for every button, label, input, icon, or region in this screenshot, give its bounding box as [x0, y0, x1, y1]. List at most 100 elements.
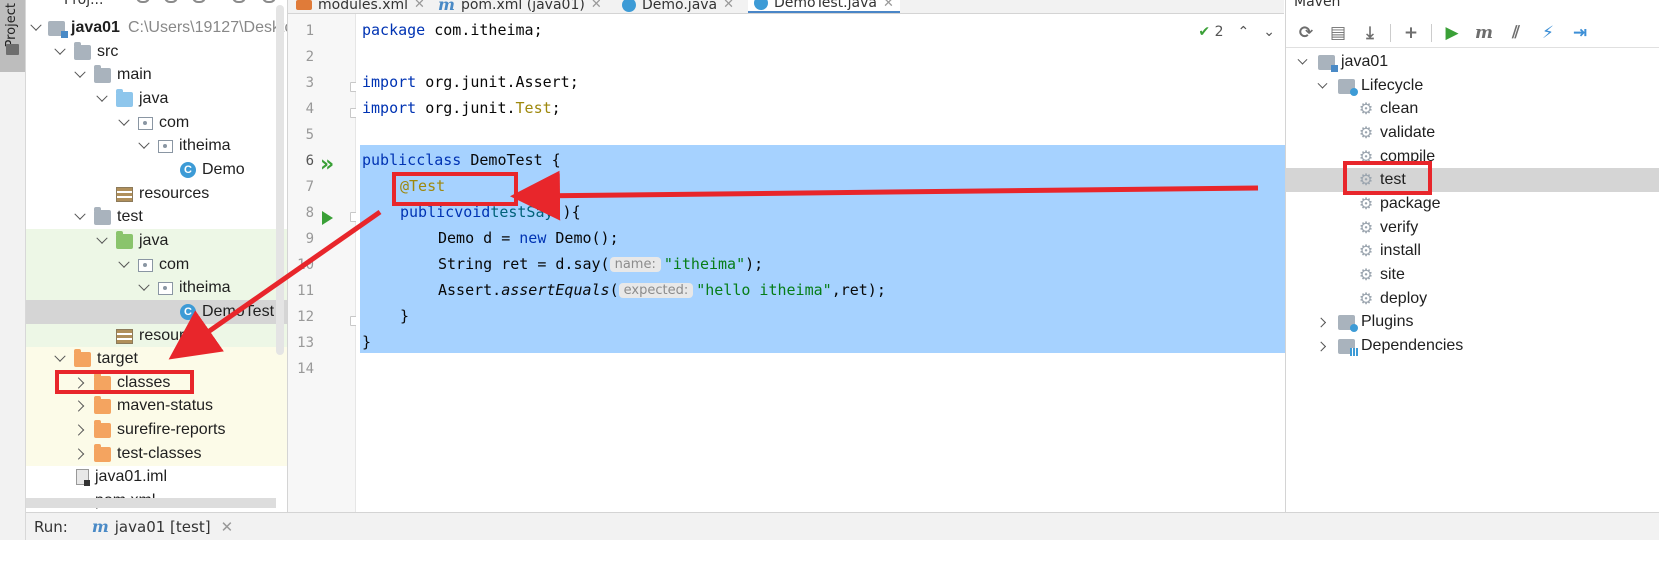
close-icon[interactable]: ✕ [221, 518, 234, 536]
check-icon: ✔ [1198, 24, 1211, 40]
tab-demo-java[interactable]: Demo.java ✕ [622, 0, 734, 13]
tree-item-surefire-reports[interactable]: surefire-reports [26, 418, 287, 442]
tree-item-src[interactable]: src [26, 40, 287, 64]
tree-item-java01[interactable]: java01 C:\Users\19127\Deskto [26, 16, 287, 40]
tree-item-test-com[interactable]: com [26, 253, 287, 277]
project-horizontal-scrollbar[interactable] [26, 498, 276, 508]
skip-tests-icon[interactable]: ⚡ [1536, 21, 1560, 45]
tree-item-iml[interactable]: java01.iml [26, 465, 287, 489]
maven-phase-verify[interactable]: ⚙ verify [1286, 216, 1659, 240]
code-editor[interactable]: ✔ 2 ⌃ ⌄ package com.itheima; import org.… [356, 14, 1285, 512]
chevron-down-icon[interactable] [54, 353, 66, 365]
maven-phase-site[interactable]: ⚙ site [1286, 263, 1659, 287]
run-class-icon[interactable] [320, 152, 334, 177]
chevron-down-icon[interactable] [1316, 78, 1328, 92]
project-scrollbar[interactable] [276, 5, 284, 355]
run-test-icon[interactable] [320, 211, 334, 225]
tab-demotest-java[interactable]: DemoTest.java ✕ [748, 0, 900, 13]
maven-icon: m [438, 0, 455, 14]
gear-icon: ⚙ [1358, 125, 1374, 142]
tree-item-main[interactable]: main [26, 63, 287, 87]
close-icon[interactable]: ✕ [591, 0, 602, 12]
chevron-right-icon[interactable] [74, 448, 86, 460]
maven-phase-label: deploy [1380, 290, 1428, 307]
code-token: ,ret); [831, 281, 886, 299]
left-tool-stripe: Project [0, 0, 26, 540]
inspection-widget[interactable]: ✔ 2 ⌃ ⌄ [1198, 24, 1275, 40]
toolbar-separator [1431, 23, 1432, 42]
maven-lifecycle[interactable]: Lifecycle [1286, 74, 1659, 98]
chevron-up-icon[interactable]: ⌃ [1238, 24, 1250, 40]
maven-dependencies[interactable]: Dependencies [1286, 334, 1659, 358]
hide-icon[interactable] [262, 0, 276, 3]
tree-item-test[interactable]: test [26, 205, 287, 229]
chevron-right-icon[interactable] [74, 400, 86, 412]
code-token: Assert. [438, 281, 502, 299]
maven-root-java01[interactable]: java01 [1286, 50, 1659, 74]
tree-item-test-resources[interactable]: resources [26, 324, 287, 348]
project-panel-title[interactable]: Proj... [64, 0, 103, 8]
chevron-down-icon[interactable] [118, 259, 130, 271]
close-icon[interactable]: ✕ [723, 0, 734, 12]
tree-item-test-classes[interactable]: test-classes [26, 442, 287, 466]
collapse-all-icon[interactable] [164, 0, 178, 3]
tree-item-main-com[interactable]: com [26, 111, 287, 135]
code-token: Demo d = [438, 229, 520, 247]
chevron-down-icon[interactable]: ⌄ [1263, 24, 1275, 40]
toggle-offline-icon[interactable]: ⫽ [1504, 21, 1528, 45]
project-panel: Proj... java01 C:\Users\19127\Deskto src… [26, 0, 288, 540]
maven-phase-package[interactable]: ⚙ package [1286, 192, 1659, 216]
chevron-down-icon[interactable] [138, 282, 150, 294]
close-icon[interactable]: ✕ [414, 0, 425, 12]
run-tab-java01-test[interactable]: m java01 [test] ✕ [92, 517, 233, 536]
tree-item-main-itheima[interactable]: itheima [26, 134, 287, 158]
line-number: 12 [297, 309, 314, 325]
maven-phase-test[interactable]: ⚙ test [1286, 168, 1659, 192]
chevron-down-icon[interactable] [54, 46, 66, 58]
tree-item-demo[interactable]: C Demo [26, 158, 287, 182]
maven-phase-validate[interactable]: ⚙ validate [1286, 121, 1659, 145]
tree-item-demotest[interactable]: C DemoTest [26, 300, 287, 324]
expand-all-icon[interactable] [192, 0, 206, 3]
tree-item-test-java[interactable]: java [26, 229, 287, 253]
chevron-right-icon[interactable] [1315, 316, 1328, 328]
execute-goal-icon[interactable]: m [1472, 21, 1496, 45]
chevron-down-icon[interactable] [96, 93, 108, 105]
show-dependencies-icon[interactable]: ⇥ [1568, 21, 1592, 45]
chevron-right-icon[interactable] [74, 424, 86, 436]
resources-folder-icon [116, 328, 133, 344]
chevron-down-icon[interactable] [118, 117, 130, 129]
tree-item-maven-status[interactable]: maven-status [26, 394, 287, 418]
gear-icon[interactable] [232, 0, 246, 3]
chevron-down-icon[interactable] [96, 235, 108, 247]
source-folder-icon [116, 88, 133, 107]
tab-modules-xml[interactable]: modules.xml ✕ [296, 0, 425, 13]
tab-pom-xml[interactable]: m pom.xml (java01) ✕ [438, 0, 602, 14]
chevron-down-icon[interactable] [74, 211, 86, 223]
download-icon[interactable]: ⤓ [1358, 21, 1382, 45]
chevron-down-icon[interactable] [138, 140, 150, 152]
tree-item-main-java[interactable]: java [26, 87, 287, 111]
tree-item-test-itheima[interactable]: itheima [26, 276, 287, 300]
add-icon[interactable]: + [1399, 21, 1423, 45]
close-icon[interactable]: ✕ [883, 0, 894, 11]
generate-sources-icon[interactable]: ▤ [1326, 21, 1350, 45]
run-icon[interactable]: ▶ [1440, 21, 1464, 45]
chevron-down-icon[interactable] [32, 22, 40, 34]
line-number: 14 [297, 361, 314, 377]
maven-phase-install[interactable]: ⚙ install [1286, 239, 1659, 263]
tree-item-target[interactable]: target [26, 347, 287, 371]
maven-phase-deploy[interactable]: ⚙ deploy [1286, 287, 1659, 311]
tree-item-label: java01.iml [95, 468, 168, 485]
tree-item-main-resources[interactable]: resources [26, 182, 287, 206]
chevron-down-icon[interactable] [74, 69, 86, 81]
reload-icon[interactable]: ⟳ [1294, 21, 1318, 45]
maven-phase-clean[interactable]: ⚙ clean [1286, 97, 1659, 121]
chevron-down-icon[interactable] [1296, 54, 1308, 68]
maven-plugins[interactable]: Plugins [1286, 310, 1659, 334]
maven-phase-compile[interactable]: ⚙ compile [1286, 145, 1659, 169]
project-tool-tab[interactable]: Project [0, 0, 25, 72]
chevron-right-icon[interactable] [1315, 340, 1328, 352]
globe-icon[interactable] [136, 0, 150, 3]
resources-folder-icon [116, 186, 133, 202]
